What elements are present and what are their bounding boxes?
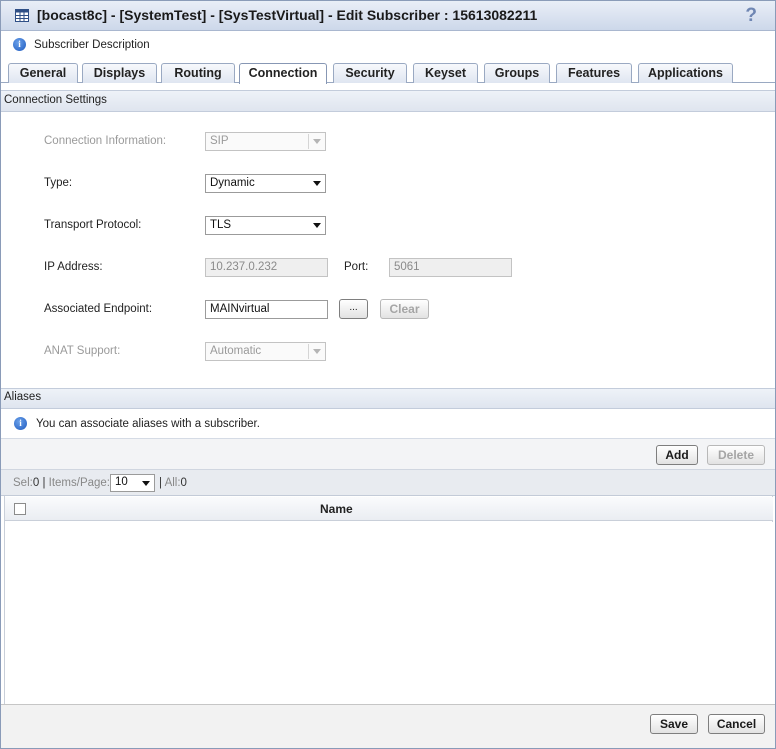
select-separator bbox=[308, 344, 309, 359]
delete-alias-button[interactable]: Delete bbox=[707, 445, 765, 465]
aliases-header: Aliases bbox=[1, 388, 775, 409]
sel-label: Sel: bbox=[13, 477, 33, 489]
chevron-down-icon bbox=[313, 223, 321, 228]
type-select[interactable]: Dynamic bbox=[205, 174, 326, 193]
chevron-down-icon bbox=[313, 349, 321, 354]
all-value: 0 bbox=[180, 477, 187, 489]
tab-routing[interactable]: Routing bbox=[161, 63, 235, 83]
select-separator bbox=[308, 134, 309, 149]
subscriber-description-label: Subscriber Description bbox=[34, 39, 150, 51]
port-field: 5061 bbox=[389, 258, 512, 277]
aliases-toolbar: Add Delete bbox=[1, 439, 775, 470]
connection-settings-header: Connection Settings bbox=[1, 90, 775, 112]
tab-keyset[interactable]: Keyset bbox=[413, 63, 478, 83]
tab-security[interactable]: Security bbox=[333, 63, 407, 83]
chevron-down-icon bbox=[313, 139, 321, 144]
associated-endpoint-value: MAINvirtual bbox=[210, 303, 270, 315]
connection-settings-form: Connection Information: SIP Type: Dynami… bbox=[1, 113, 775, 389]
column-header-name[interactable]: Name bbox=[320, 502, 353, 516]
select-all-checkbox[interactable] bbox=[14, 503, 26, 515]
tab-displays[interactable]: Displays bbox=[82, 63, 157, 83]
port-value: 5061 bbox=[394, 261, 420, 273]
tab-general[interactable]: General bbox=[8, 63, 78, 83]
description-bar: i Subscriber Description bbox=[1, 32, 775, 59]
dialog-footer: Save Cancel bbox=[1, 704, 775, 748]
edit-subscriber-window: [bocast8c] - [SystemTest] - [SysTestVirt… bbox=[0, 0, 776, 749]
chevron-down-icon bbox=[142, 481, 150, 486]
anat-support-value: Automatic bbox=[210, 345, 262, 357]
items-per-page-value: 10 bbox=[115, 476, 128, 488]
total-count: | All:0 bbox=[159, 477, 187, 489]
aliases-info-bar: i You can associate aliases with a subsc… bbox=[1, 409, 775, 439]
aliases-table-body bbox=[5, 522, 773, 704]
port-label: Port: bbox=[344, 261, 369, 273]
aliases-paging-bar: Sel:0 | Items/Page: 10 | All:0 bbox=[1, 470, 775, 496]
anat-support-select: Automatic bbox=[205, 342, 326, 361]
transport-protocol-label: Transport Protocol: bbox=[44, 219, 142, 231]
chevron-down-icon bbox=[313, 181, 321, 186]
type-value: Dynamic bbox=[210, 177, 255, 189]
tab-connection[interactable]: Connection bbox=[239, 63, 327, 84]
help-question-icon[interactable]: ? bbox=[745, 5, 757, 27]
items-per-page-select[interactable]: 10 bbox=[110, 474, 155, 492]
paging-separator: | bbox=[42, 477, 46, 489]
tab-groups[interactable]: Groups bbox=[484, 63, 550, 83]
tab-strip: General Displays Routing Connection Secu… bbox=[1, 59, 775, 84]
type-label: Type: bbox=[44, 177, 73, 189]
grid-window-icon bbox=[15, 9, 29, 22]
paging-separator: | bbox=[159, 477, 162, 489]
browse-endpoint-button[interactable]: ... bbox=[339, 299, 368, 319]
ip-address-label: IP Address: bbox=[44, 261, 103, 273]
ip-address-field: 10.237.0.232 bbox=[205, 258, 328, 277]
connection-information-label: Connection Information: bbox=[44, 135, 167, 147]
info-icon: i bbox=[13, 38, 26, 51]
associated-endpoint-label: Associated Endpoint: bbox=[44, 303, 153, 315]
transport-protocol-select[interactable]: TLS bbox=[205, 216, 326, 235]
items-per-page-label: Items/Page: bbox=[48, 477, 111, 489]
connection-information-value: SIP bbox=[210, 135, 229, 147]
save-button[interactable]: Save bbox=[650, 714, 698, 734]
info-icon: i bbox=[14, 417, 27, 430]
all-label: All: bbox=[164, 477, 181, 489]
transport-protocol-value: TLS bbox=[210, 219, 232, 231]
window-title: [bocast8c] - [SystemTest] - [SysTestVirt… bbox=[37, 7, 538, 23]
cancel-button[interactable]: Cancel bbox=[708, 714, 765, 734]
associated-endpoint-field[interactable]: MAINvirtual bbox=[205, 300, 328, 319]
tab-features[interactable]: Features bbox=[556, 63, 632, 83]
aliases-table-header: Name bbox=[5, 497, 773, 521]
tab-applications[interactable]: Applications bbox=[638, 63, 733, 83]
connection-information-select: SIP bbox=[205, 132, 326, 151]
anat-support-label: ANAT Support: bbox=[44, 345, 121, 357]
aliases-info-text: You can associate aliases with a subscri… bbox=[36, 418, 260, 430]
clear-endpoint-button[interactable]: Clear bbox=[380, 299, 429, 319]
title-bar: [bocast8c] - [SystemTest] - [SysTestVirt… bbox=[1, 1, 775, 31]
selection-count: Sel:0 | Items/Page: bbox=[13, 477, 110, 489]
sel-value: 0 bbox=[32, 477, 40, 489]
add-alias-button[interactable]: Add bbox=[656, 445, 698, 465]
ip-address-value: 10.237.0.232 bbox=[210, 261, 278, 273]
